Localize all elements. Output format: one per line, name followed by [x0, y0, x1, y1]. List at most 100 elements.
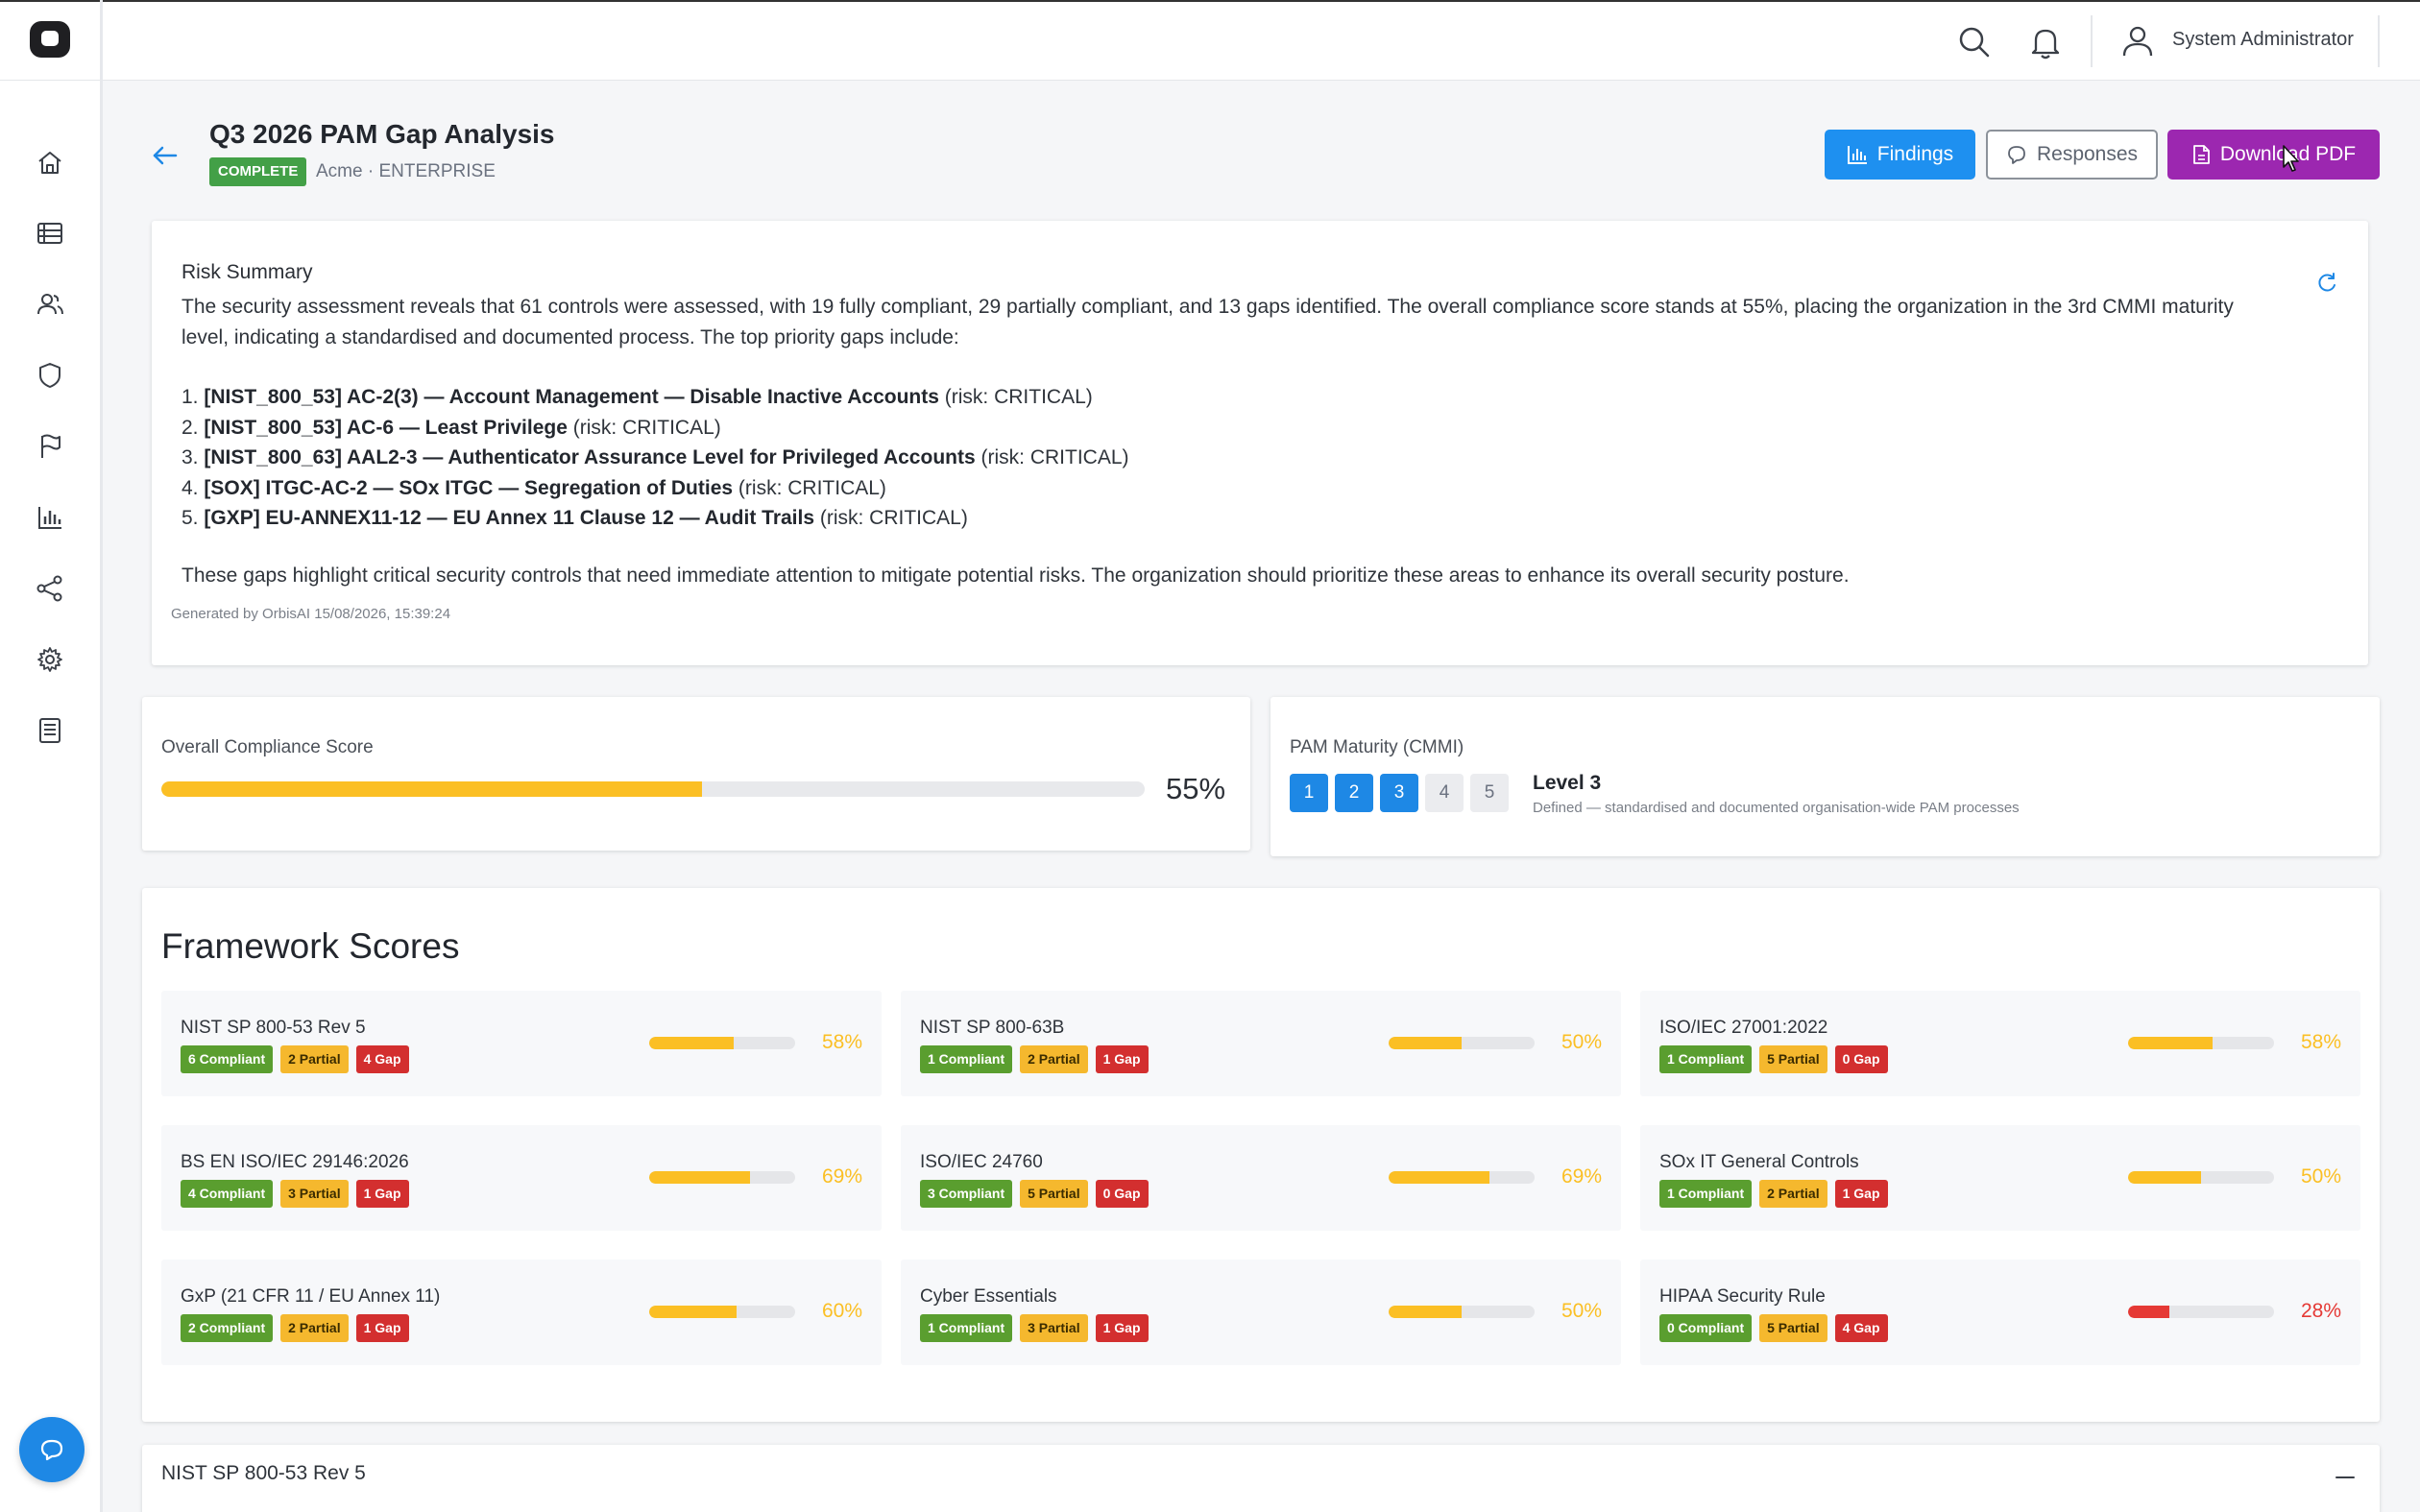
- sidebar-item-findings[interactable]: [31, 427, 69, 466]
- sidebar-item-users[interactable]: [31, 285, 69, 324]
- gap-badge: 0 Gap: [1095, 1180, 1149, 1208]
- users-icon: [37, 294, 63, 315]
- framework-name: BS EN ISO/IEC 29146:2026: [181, 1152, 409, 1172]
- framework-tile[interactable]: Cyber Essentials 1 Compliant 3 Partial 1 G…: [901, 1260, 1621, 1365]
- list-icon: [37, 223, 62, 244]
- compliance-score-label: Overall Compliance Score: [161, 737, 374, 757]
- maturity-level-1: 1: [1290, 774, 1328, 812]
- framework-name: NIST SP 800-63B: [920, 1018, 1065, 1038]
- maturity-level-title: Level 3: [1533, 772, 1602, 794]
- compliance-score-value: 55%: [1166, 772, 1226, 805]
- framework-tile[interactable]: NIST SP 800-53 Rev 5 6 Compliant 2 Partia…: [161, 991, 882, 1096]
- page-title: Q3 2026 PAM Gap Analysis: [209, 119, 555, 149]
- list-item: 1. [NIST_800_53] AC-2(3) — Account Manag…: [182, 386, 1093, 408]
- framework-name: ISO/IEC 24760: [920, 1152, 1043, 1172]
- partial-badge: 3 Partial: [1020, 1314, 1088, 1342]
- mouse-cursor-icon: [2283, 145, 2299, 172]
- compliant-badge: 6 Compliant: [181, 1045, 274, 1073]
- top-bar: System Administrator: [0, 0, 2420, 81]
- maturity-level-5: 5: [1470, 774, 1509, 812]
- list-item: 3. [NIST_800_63] AAL2-3 — Authenticator …: [182, 446, 1129, 468]
- compliance-score-card: Overall Compliance Score 55%: [142, 697, 1250, 851]
- framework-name: ISO/IEC 27001:2022: [1659, 1018, 1828, 1038]
- framework-progress-bar: [2128, 1037, 2274, 1049]
- user-icon[interactable]: [2118, 21, 2157, 60]
- compliant-badge: 1 Compliant: [920, 1314, 1013, 1342]
- sidebar-item-list[interactable]: [31, 214, 69, 252]
- partial-badge: 2 Partial: [1020, 1045, 1088, 1073]
- gap-badge: 4 Gap: [355, 1045, 409, 1073]
- partial-badge: 5 Partial: [1020, 1180, 1088, 1208]
- app-logo[interactable]: [30, 21, 70, 58]
- framework-progress-fill: [1389, 1037, 1462, 1049]
- sidebar-item-reports[interactable]: [31, 498, 69, 537]
- gap-badge: 1 Gap: [355, 1314, 409, 1342]
- framework-progress-bar: [1389, 1171, 1535, 1184]
- chat-button[interactable]: [19, 1417, 85, 1482]
- compliance-progress-bar: [161, 781, 1145, 797]
- refresh-icon[interactable]: [2314, 271, 2339, 296]
- findings-button[interactable]: Findings: [1825, 130, 1975, 180]
- back-arrow-icon[interactable]: [149, 139, 182, 172]
- compliance-progress-fill: [161, 781, 703, 797]
- framework-tile[interactable]: HIPAA Security Rule 0 Compliant 5 Partial…: [1640, 1260, 2360, 1365]
- divider: [2378, 15, 2380, 67]
- sidebar-item-security[interactable]: [31, 356, 69, 395]
- framework-progress-bar: [1389, 1306, 1535, 1318]
- home-icon: [38, 152, 61, 174]
- framework-tile[interactable]: GxP (21 CFR 11 / EU Annex 11) 2 Complian…: [161, 1260, 882, 1365]
- partial-badge: 2 Partial: [1759, 1180, 1827, 1208]
- priority-gaps-list: 1. [NIST_800_53] AC-2(3) — Account Manag…: [182, 382, 1129, 534]
- framework-tile[interactable]: ISO/IEC 27001:2022 1 Compliant 5 Partial 0…: [1640, 991, 2360, 1096]
- sidebar-item-integrations[interactable]: [31, 569, 69, 608]
- partial-badge: 5 Partial: [1759, 1045, 1827, 1073]
- framework-name: Cyber Essentials: [920, 1286, 1057, 1307]
- framework-tile[interactable]: SOx IT General Controls 1 Compliant 2 Par…: [1640, 1125, 2360, 1231]
- gap-badge: 1 Gap: [1095, 1314, 1149, 1342]
- framework-tile[interactable]: NIST SP 800-63B 1 Compliant 2 Partial 1 Ga…: [901, 991, 1621, 1096]
- shield-icon: [39, 363, 60, 388]
- download-pdf-button[interactable]: Download PDF: [2167, 130, 2380, 180]
- framework-name: GxP (21 CFR 11 / EU Annex 11): [181, 1286, 441, 1307]
- document-icon: [39, 718, 60, 743]
- pdf-file-icon: [2192, 145, 2210, 164]
- search-icon[interactable]: [1955, 23, 1994, 61]
- user-name[interactable]: System Administrator: [2172, 29, 2354, 51]
- framework-score: 28%: [2301, 1300, 2342, 1322]
- framework-tile[interactable]: ISO/IEC 24760 3 Compliant 5 Partial 0 Gap …: [901, 1125, 1621, 1231]
- sidebar: [0, 81, 100, 1512]
- gap-badge: 4 Gap: [1834, 1314, 1888, 1342]
- framework-score: 69%: [822, 1165, 863, 1188]
- responses-button-label: Responses: [2036, 143, 2139, 165]
- chat-icon: [40, 1439, 63, 1461]
- responses-button[interactable]: Responses: [1986, 130, 2158, 180]
- framework-score: 60%: [822, 1300, 863, 1322]
- maturity-level-2: 2: [1335, 774, 1373, 812]
- sidebar-item-docs[interactable]: [31, 711, 69, 750]
- framework-name: SOx IT General Controls: [1659, 1152, 1859, 1172]
- maturity-level-3: 3: [1380, 774, 1418, 812]
- framework-score: 58%: [2301, 1031, 2342, 1053]
- maturity-label: PAM Maturity (CMMI): [1290, 737, 1464, 757]
- sidebar-item-settings[interactable]: [31, 640, 69, 679]
- framework-score: 69%: [1561, 1165, 1603, 1188]
- framework-progress-fill: [1389, 1306, 1462, 1318]
- gap-badge: 1 Gap: [1095, 1045, 1149, 1073]
- framework-score: 50%: [2301, 1165, 2342, 1188]
- section-title: NIST SP 800-53 Rev 5: [161, 1462, 366, 1484]
- sidebar-item-home[interactable]: [31, 143, 69, 181]
- bell-icon[interactable]: [2026, 23, 2065, 61]
- framework-tile[interactable]: BS EN ISO/IEC 29146:2026 4 Compliant 3 Pa…: [161, 1125, 882, 1231]
- chat-icon: [2008, 146, 2025, 164]
- findings-button-label: Findings: [1876, 143, 1954, 165]
- compliant-badge: 1 Compliant: [1659, 1045, 1753, 1073]
- collapse-icon[interactable]: [2334, 1466, 2357, 1489]
- generated-timestamp: Generated by OrbisAI 15/08/2026, 15:39:2…: [171, 606, 451, 622]
- partial-badge: 2 Partial: [280, 1045, 349, 1073]
- framework-section-header[interactable]: NIST SP 800-53 Rev 5: [142, 1445, 2380, 1512]
- gear-icon: [37, 647, 62, 672]
- framework-progress-fill: [2128, 1306, 2169, 1318]
- page-subtitle: Acme · ENTERPRISE: [316, 161, 496, 181]
- framework-progress-bar: [2128, 1306, 2274, 1318]
- maturity-level-4: 4: [1425, 774, 1464, 812]
